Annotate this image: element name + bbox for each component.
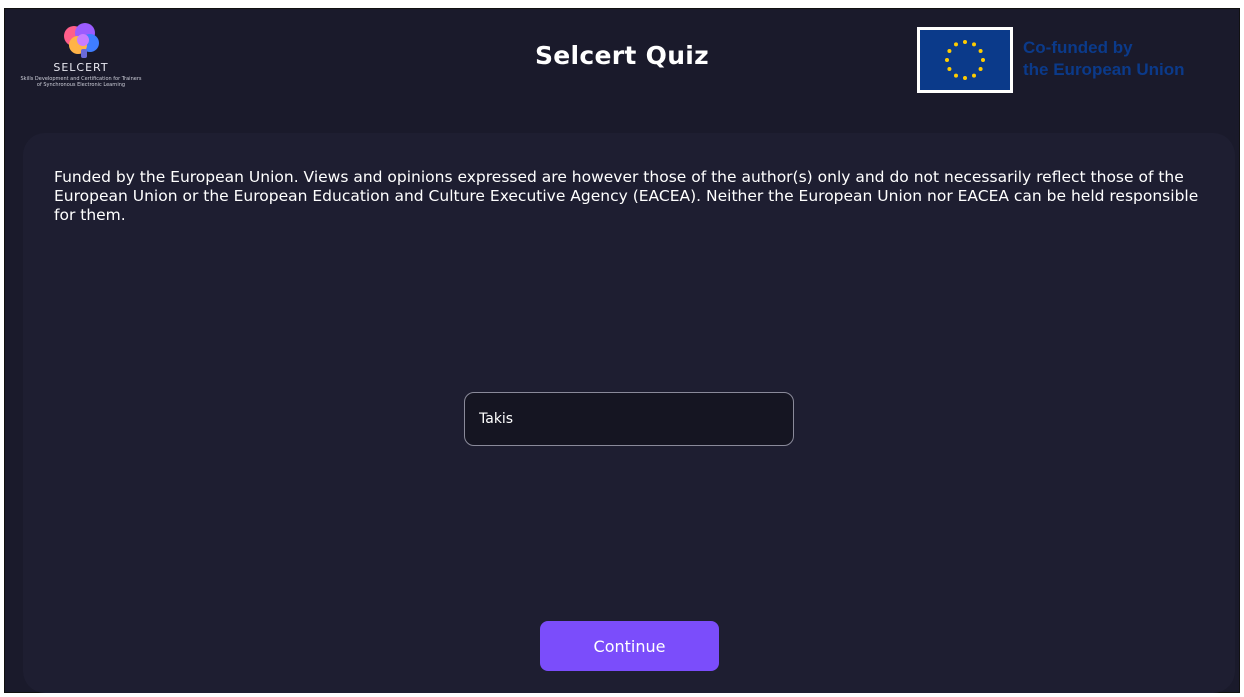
top-strip [0, 0, 1244, 8]
eu-text-line2: the European Union [1023, 60, 1185, 79]
eu-star [947, 49, 952, 53]
eu-star [972, 42, 976, 47]
logo-subtitle: Skills Development and Certification for… [20, 76, 142, 88]
eu-star [972, 73, 976, 78]
eu-star [963, 40, 967, 44]
eu-star [963, 76, 967, 80]
eu-star [954, 73, 958, 78]
eu-star [978, 49, 983, 53]
eu-flag-icon [917, 27, 1013, 93]
eu-star [945, 58, 949, 62]
eu-star [981, 58, 985, 62]
quiz-card: Funded by the European Union. Views and … [23, 133, 1235, 693]
eu-star [954, 42, 958, 47]
eu-star [947, 67, 952, 71]
app-window: SELCERT Skills Development and Certifica… [4, 8, 1240, 693]
eu-cofunded-badge: Co-funded by the European Union [917, 27, 1227, 97]
eu-disclaimer: Funded by the European Union. Views and … [54, 168, 1199, 224]
name-input[interactable] [464, 392, 794, 446]
eu-cofunded-text: Co-funded by the European Union [1023, 37, 1233, 81]
header: SELCERT Skills Development and Certifica… [5, 9, 1239, 121]
eu-star [978, 67, 983, 71]
continue-button[interactable]: Continue [540, 621, 719, 671]
eu-text-line1: Co-funded by [1023, 38, 1133, 57]
